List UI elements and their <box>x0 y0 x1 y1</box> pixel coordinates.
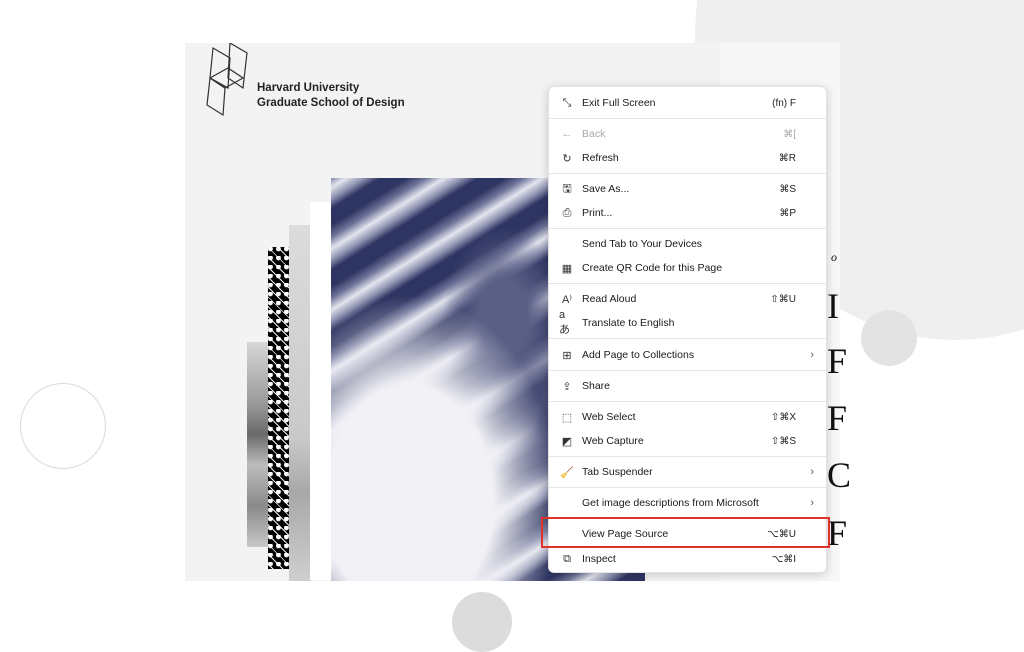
menu-item-create-qr-code[interactable]: ▦ Create QR Code for this Page <box>549 256 826 280</box>
menu-item-label: Share <box>582 380 611 392</box>
menu-item-label: Inspect <box>582 553 616 565</box>
menu-item-shortcut: ⌘R <box>778 152 796 164</box>
menu-item-back: ← Back ⌘[ <box>549 122 826 146</box>
collections-icon: ⊞ <box>562 349 572 362</box>
menu-item-read-aloud[interactable]: A⁾ Read Aloud ⇧⌘U <box>549 287 826 311</box>
menu-item-shortcut: ⇧⌘X <box>770 411 796 423</box>
menu-item-shortcut: ⌥⌘I <box>771 553 796 565</box>
partial-letter: F <box>827 398 848 438</box>
view-page-source-highlight-box <box>541 517 830 548</box>
menu-item-label: Read Aloud <box>582 293 637 305</box>
menu-item-label: Web Capture <box>582 435 644 447</box>
menu-item-label: Web Select <box>582 411 636 423</box>
menu-separator <box>549 173 826 174</box>
menu-item-refresh[interactable]: ↻ Refresh ⌘R <box>549 146 826 170</box>
photo-white[interactable] <box>310 202 332 580</box>
chevron-right-icon: › <box>810 466 814 478</box>
menu-item-label: Save As... <box>582 183 630 195</box>
decorative-circle-outline <box>20 383 106 469</box>
menu-separator <box>549 283 826 284</box>
web-select-icon: ⬚ <box>561 411 573 424</box>
menu-item-label: Send Tab to Your Devices <box>582 238 703 250</box>
photo-gray[interactable] <box>289 225 311 581</box>
brand-line-1: Harvard University <box>257 82 360 94</box>
menu-item-label: Create QR Code for this Page <box>582 262 723 274</box>
chevron-right-icon: › <box>810 497 814 509</box>
menu-item-add-to-collections[interactable]: ⊞ Add Page to Collections › <box>549 343 826 367</box>
brand-line-2: Graduate School of Design <box>257 97 405 109</box>
menu-separator <box>549 487 826 488</box>
menu-item-label: Add Page to Collections <box>582 349 695 361</box>
web-capture-icon: ◩ <box>561 435 573 448</box>
gsd-logo-icon <box>206 43 248 117</box>
partial-letter: F <box>827 341 848 381</box>
decorative-circle-bottom <box>452 592 512 652</box>
share-icon: ⇪ <box>562 380 572 393</box>
menu-separator <box>549 401 826 402</box>
exit-fullscreen-icon: ⤡ <box>562 96 572 109</box>
menu-item-label: Exit Full Screen <box>582 97 656 109</box>
menu-separator <box>549 118 826 119</box>
refresh-icon: ↻ <box>562 152 572 165</box>
menu-item-shortcut: ⌘S <box>779 183 796 195</box>
qr-code-icon: ▦ <box>561 262 573 275</box>
menu-item-print[interactable]: ⎙ Print... ⌘P <box>549 201 826 225</box>
partial-letter: C <box>827 455 852 495</box>
menu-item-translate[interactable]: aあ Translate to English <box>549 309 826 336</box>
menu-item-web-select[interactable]: ⬚ Web Select ⇧⌘X <box>549 405 826 429</box>
read-aloud-icon: A⁾ <box>561 293 573 306</box>
print-icon: ⎙ <box>562 206 572 219</box>
menu-item-tab-suspender[interactable]: 🧹 Tab Suspender › <box>549 460 826 484</box>
save-as-icon: 🖫 <box>562 182 572 195</box>
menu-item-label: Print... <box>582 207 613 219</box>
menu-item-send-tab[interactable]: Send Tab to Your Devices <box>549 232 826 256</box>
menu-item-shortcut: ⌘P <box>779 207 796 219</box>
brand-name: Harvard University Graduate School of De… <box>257 81 405 111</box>
partial-letter: F <box>827 513 848 553</box>
translate-icon: aあ <box>559 309 570 336</box>
inspect-icon: ⧉ <box>563 552 571 565</box>
menu-separator <box>549 228 826 229</box>
menu-item-share[interactable]: ⇪ Share <box>549 374 826 398</box>
context-menu: ⤡ Exit Full Screen (fn) F ← Back ⌘[ ↻ Re… <box>548 86 827 573</box>
menu-item-label: Back <box>582 128 606 140</box>
menu-item-shortcut: (fn) F <box>772 97 796 109</box>
menu-item-image-descriptions[interactable]: Get image descriptions from Microsoft › <box>549 491 826 515</box>
menu-item-inspect[interactable]: ⧉ Inspect ⌥⌘I <box>549 547 826 571</box>
menu-item-shortcut: ⌘[ <box>783 128 796 140</box>
menu-separator <box>549 456 826 457</box>
menu-separator <box>549 338 826 339</box>
menu-separator <box>549 370 826 371</box>
menu-item-exit-full-screen[interactable]: ⤡ Exit Full Screen (fn) F <box>549 91 826 115</box>
broom-icon: 🧹 <box>560 466 574 479</box>
menu-item-shortcut: ⇧⌘U <box>770 293 796 305</box>
menu-item-label: Translate to English <box>582 317 675 329</box>
decorative-circle-gray <box>861 310 917 366</box>
menu-item-web-capture[interactable]: ◩ Web Capture ⇧⌘S <box>549 429 826 453</box>
partial-text-top: o <box>831 250 837 264</box>
chevron-right-icon: › <box>810 349 814 361</box>
menu-item-shortcut: ⇧⌘S <box>770 435 796 447</box>
menu-item-label: Tab Suspender <box>582 466 653 478</box>
menu-item-save-as[interactable]: 🖫 Save As... ⌘S <box>549 177 826 201</box>
back-arrow-icon: ← <box>561 128 573 140</box>
menu-item-label: Get image descriptions from Microsoft <box>582 497 759 509</box>
partial-letter: I <box>827 286 839 326</box>
menu-item-label: Refresh <box>582 152 619 164</box>
